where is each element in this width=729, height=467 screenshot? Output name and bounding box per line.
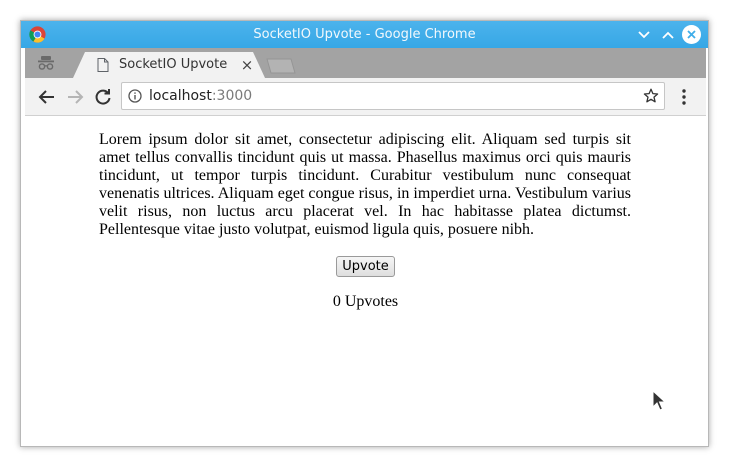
forward-arrow-icon[interactable] [65, 87, 85, 107]
close-window-button[interactable] [682, 25, 701, 44]
url-text[interactable]: localhost:3000 [149, 83, 252, 109]
page-icon [97, 58, 109, 72]
browser-toolbar: localhost:3000 [25, 78, 706, 116]
page-content: Lorem ipsum dolor sit amet, consectetur … [25, 116, 706, 444]
lorem-paragraph: Lorem ipsum dolor sit amet, consectetur … [99, 131, 631, 238]
info-icon[interactable] [128, 89, 142, 103]
chevron-down-icon [637, 30, 650, 38]
star-icon[interactable] [643, 88, 659, 104]
chevron-up-icon [661, 31, 674, 39]
tab-title: SocketIO Upvote [119, 57, 228, 72]
incognito-icon [38, 56, 54, 70]
title-bar: SocketIO Upvote - Google Chrome [21, 21, 708, 48]
reload-icon[interactable] [93, 87, 113, 107]
url-port: :3000 [211, 88, 253, 104]
back-arrow-icon[interactable] [37, 87, 57, 107]
tab-close-button[interactable]: × [239, 57, 255, 73]
upvote-button[interactable]: Upvote [336, 256, 395, 277]
tab-strip: SocketIO Upvote × [25, 48, 706, 78]
new-tab-button[interactable] [263, 58, 299, 74]
window-title: SocketIO Upvote - Google Chrome [253, 27, 476, 42]
minimize-button[interactable] [634, 25, 653, 44]
more-vert-icon[interactable] [680, 87, 688, 107]
mouse-cursor-icon [652, 390, 666, 411]
tab-socketio-upvote[interactable]: SocketIO Upvote × [73, 52, 265, 78]
url-host: localhost [149, 88, 212, 104]
address-bar[interactable]: localhost:3000 [121, 82, 665, 110]
upvote-count: 0 Upvotes [332, 293, 399, 310]
close-icon [687, 30, 696, 39]
browser-window: SocketIO Upvote - Google Chrome SocketIO… [20, 20, 709, 447]
maximize-button[interactable] [658, 25, 677, 44]
